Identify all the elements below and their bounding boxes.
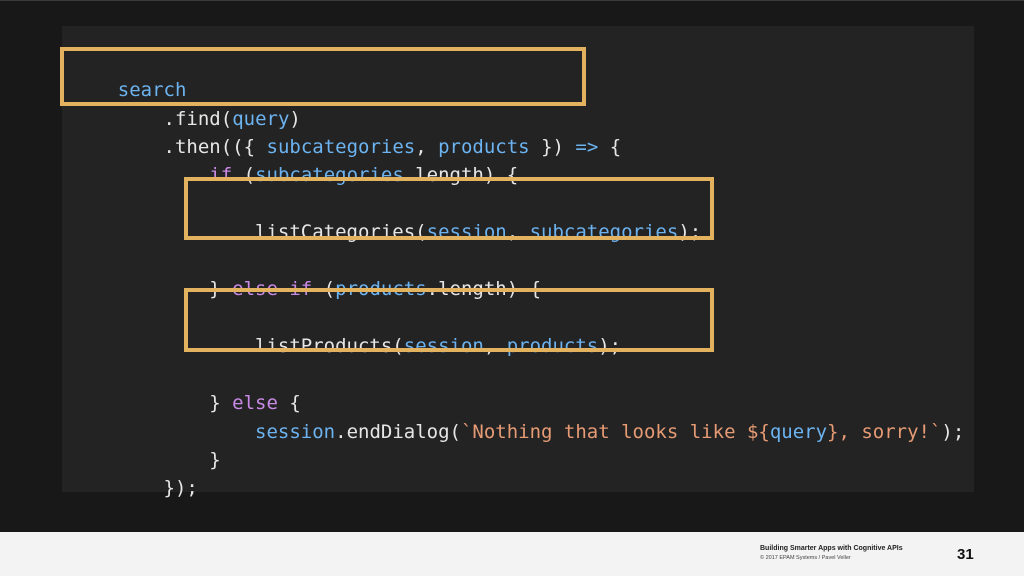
slide-footer: Building Smarter Apps with Cognitive API… <box>0 532 1024 576</box>
code-line: if (subcategories.length) { <box>72 139 518 186</box>
code-token: ); <box>941 421 965 443</box>
slide-top-border <box>0 0 1024 1</box>
code-token: => <box>575 136 599 158</box>
code-line: session.endDialog(`Nothing that looks li… <box>72 396 964 443</box>
code-token: { <box>598 136 622 158</box>
footer-copyright: © 2017 EPAM Systems / Pavel Veller <box>760 555 851 561</box>
code-token: }, sorry!` <box>827 421 942 443</box>
highlight-box-list-products <box>184 288 714 352</box>
highlight-box-search-find <box>60 47 586 106</box>
code-token: }); <box>117 477 198 499</box>
code-panel: search .find(query) .then(({ subcategori… <box>60 26 974 499</box>
code-token: .endDialog( <box>335 421 461 443</box>
code-line: } <box>72 424 220 471</box>
page-number: 31 <box>957 546 974 563</box>
code-token: }) <box>529 136 576 158</box>
code-line: } else { <box>72 367 301 414</box>
footer-title: Building Smarter Apps with Cognitive API… <box>760 545 903 552</box>
code-token: session <box>255 421 336 443</box>
code-line: }); <box>72 452 198 499</box>
code-line: } else if (products.length) { <box>72 253 541 300</box>
code-token: `Nothing that looks like ${ <box>460 421 770 443</box>
highlight-box-list-categories <box>184 177 714 240</box>
code-token: query <box>769 421 828 443</box>
code-line: .then(({ subcategories, products }) => { <box>72 111 622 158</box>
